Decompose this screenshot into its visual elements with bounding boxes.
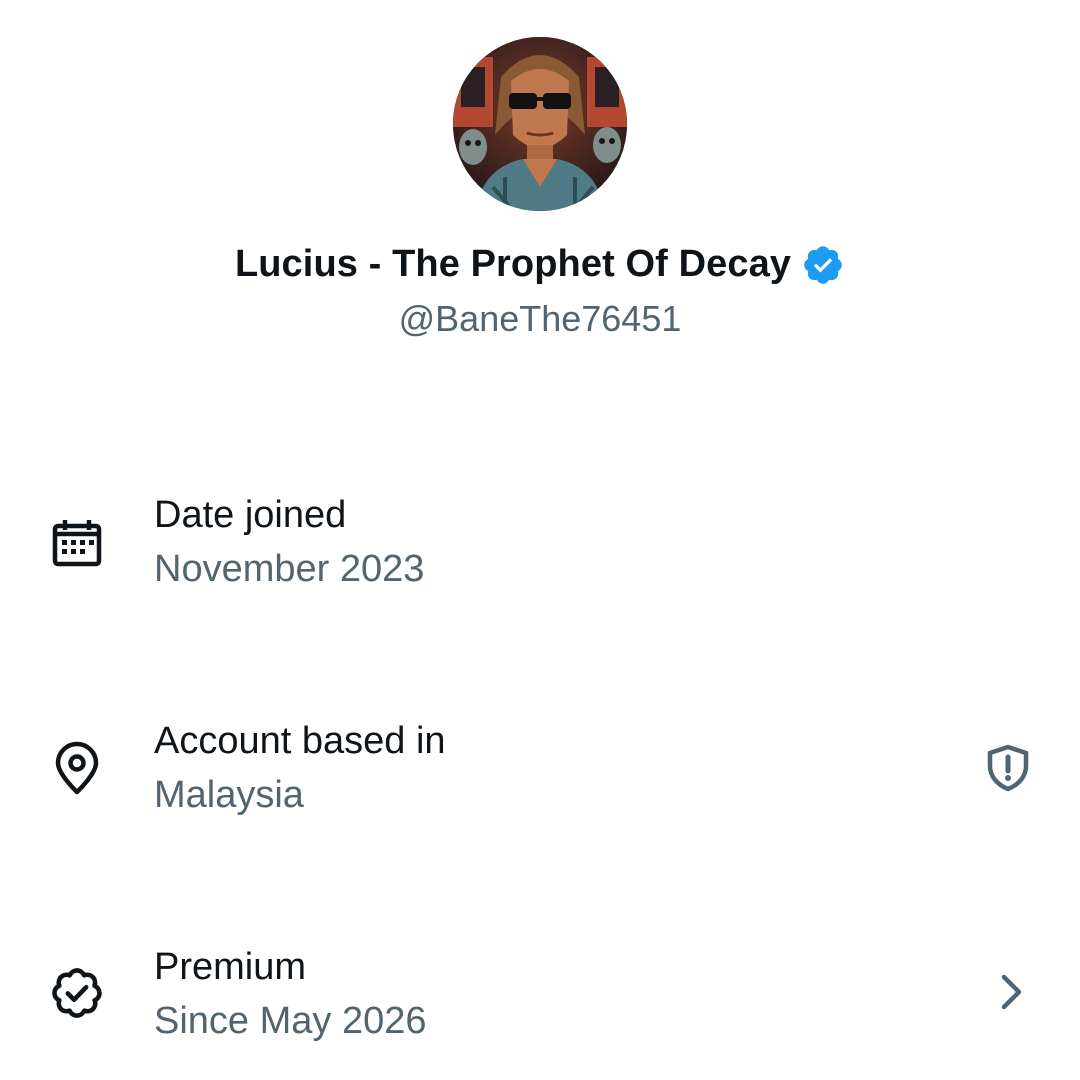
premium-label: Premium — [154, 946, 307, 988]
detail-row-premium[interactable]: Premium Since May 2026 — [0, 942, 1080, 1062]
avatar-illustration — [453, 37, 627, 211]
premium-value: Since May 2026 — [154, 1000, 427, 1042]
shield-alert-icon[interactable] — [982, 742, 1034, 794]
profile-name-row: Lucius - The Prophet Of Decay — [0, 236, 1080, 292]
date-joined-value: November 2023 — [154, 548, 425, 590]
date-joined-label: Date joined — [154, 494, 347, 536]
account-based-in-label: Account based in — [154, 720, 446, 762]
detail-row-date-joined: Date joined November 2023 — [0, 490, 1080, 610]
calendar-icon — [48, 514, 106, 572]
verified-badge-icon[interactable] — [801, 243, 845, 287]
display-name: Lucius - The Prophet Of Decay — [234, 242, 792, 285]
premium-badge-icon — [48, 964, 106, 1022]
detail-row-account-based-in: Account based in Malaysia — [0, 716, 1080, 836]
chevron-right-icon[interactable] — [986, 966, 1038, 1018]
account-based-in-value: Malaysia — [154, 774, 304, 816]
profile-avatar[interactable] — [453, 37, 627, 211]
profile-handle: @BaneThe76451 — [398, 298, 682, 339]
location-pin-icon — [48, 740, 106, 798]
